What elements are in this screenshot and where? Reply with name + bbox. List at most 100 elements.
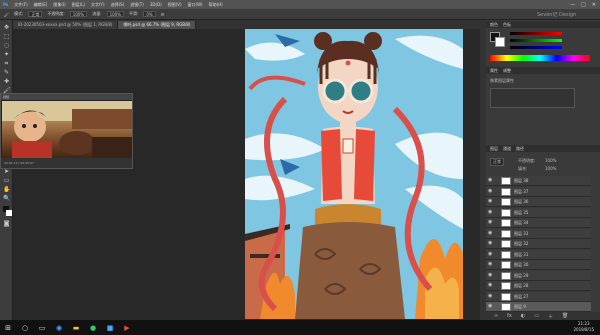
settings-gear-icon[interactable]: ⚙: [161, 12, 165, 17]
layer-row[interactable]: ◉ 图层 30: [486, 260, 591, 270]
task-view-icon[interactable]: ▭: [38, 324, 46, 332]
move-tool-icon[interactable]: ✥: [3, 24, 10, 31]
layer-row[interactable]: ◉ 图层 33: [486, 228, 591, 239]
visibility-eye-icon[interactable]: ◉: [488, 304, 493, 309]
ps-logo-icon[interactable]: Ps: [3, 2, 8, 7]
media-player-icon[interactable]: ▶: [123, 324, 131, 332]
tab-document-1[interactable]: ID-20230503-xxxxx.psd @ 50% (图层 1, RGB/8…: [13, 21, 119, 29]
tab-layers[interactable]: 图层: [490, 146, 498, 152]
menu-window[interactable]: 窗口(W): [188, 2, 203, 8]
healing-brush-icon[interactable]: ✚: [3, 78, 10, 85]
opacity-label: 不透明度:: [47, 11, 65, 16]
menu-edit[interactable]: 编辑(E): [34, 2, 48, 8]
visibility-eye-icon[interactable]: ◉: [488, 220, 493, 225]
magic-wand-icon[interactable]: ✦: [3, 51, 10, 58]
visibility-eye-icon[interactable]: ◉: [488, 178, 493, 183]
visibility-eye-icon[interactable]: ◉: [488, 251, 493, 257]
mode-select[interactable]: 正常: [28, 11, 43, 17]
layer-row[interactable]: ◉ 图层 27: [486, 291, 591, 302]
maximize-icon[interactable]: □: [581, 2, 586, 8]
visibility-eye-icon[interactable]: ◉: [488, 241, 493, 246]
menu-type[interactable]: 文字(Y): [91, 2, 105, 8]
background-swatch[interactable]: [495, 37, 505, 47]
tab-color[interactable]: 颜色: [490, 22, 498, 28]
tab-properties[interactable]: 属性: [490, 68, 498, 74]
folder-icon[interactable]: ▭: [534, 313, 539, 319]
lasso-tool-icon[interactable]: ◌: [3, 42, 10, 49]
tab-document-2[interactable]: 哪吒.psd @ 66.7% (图层 9, RGB/8): [118, 21, 197, 29]
color-spectrum[interactable]: [490, 55, 590, 61]
visibility-eye-icon[interactable]: ◉: [488, 293, 493, 299]
eyedropper-icon[interactable]: ✎: [3, 69, 10, 76]
menu-filter[interactable]: 滤镜(T): [130, 2, 144, 8]
background-color-swatch[interactable]: [6, 210, 12, 216]
minimize-icon[interactable]: —: [570, 2, 575, 8]
transform-fields[interactable]: [490, 88, 575, 108]
wechat-icon[interactable]: ●: [89, 324, 97, 332]
menu-file[interactable]: 文件(F): [14, 2, 27, 8]
layer-thumbnail: [501, 282, 511, 290]
visibility-eye-icon[interactable]: ◉: [488, 283, 493, 288]
menu-image[interactable]: 图像(I): [53, 2, 65, 8]
menu-layer[interactable]: 图层(L): [72, 2, 85, 8]
menu-select[interactable]: 选择(S): [111, 2, 125, 8]
layer-row[interactable]: ◉ 图层 34: [486, 218, 591, 228]
hand-tool-icon[interactable]: ✋: [3, 186, 10, 193]
color-slider-g[interactable]: [510, 39, 562, 42]
layer-row[interactable]: ◉ 图层 29: [486, 270, 591, 281]
blend-mode-select[interactable]: 正常: [490, 158, 504, 166]
artwork-canvas[interactable]: [245, 29, 463, 319]
color-slider-r[interactable]: [510, 32, 562, 35]
photoshop-taskbar-icon[interactable]: ■: [106, 324, 114, 332]
visibility-eye-icon[interactable]: ◉: [488, 188, 493, 194]
layer-row[interactable]: ◉ 图层 37: [486, 186, 591, 197]
visibility-eye-icon[interactable]: ◉: [488, 199, 493, 204]
video-controls[interactable]: 00:01:23 / 00:05:47: [1, 158, 132, 168]
system-clock[interactable]: 21:23 2019/8/15: [573, 321, 594, 333]
visibility-eye-icon[interactable]: ◉: [488, 262, 493, 267]
menu-help[interactable]: 帮助(H): [209, 2, 223, 8]
visibility-eye-icon[interactable]: ◉: [488, 230, 493, 236]
layer-row[interactable]: ◉ 图层 32: [486, 239, 591, 249]
tab-channels[interactable]: 通道: [503, 146, 511, 152]
path-select-icon[interactable]: ➤: [3, 168, 10, 175]
layer-opacity-label: 不透明度:: [518, 158, 536, 163]
layer-row[interactable]: ◉ 图层 31: [486, 249, 591, 260]
marquee-tool-icon[interactable]: ⬚: [3, 33, 10, 40]
trash-icon[interactable]: 🗑: [562, 313, 568, 319]
layer-row[interactable]: ◉ 图层 36: [486, 197, 591, 207]
windows-start-icon[interactable]: ⊞: [4, 324, 12, 332]
layer-row[interactable]: ◉ 图层 35: [486, 207, 591, 218]
layer-fill-field[interactable]: 100%: [545, 166, 556, 171]
visibility-eye-icon[interactable]: ◉: [488, 272, 493, 278]
browser-icon[interactable]: ◉: [55, 324, 63, 332]
close-icon[interactable]: ✕: [592, 2, 596, 8]
tab-swatches[interactable]: 色板: [503, 22, 511, 28]
mask-icon[interactable]: ◐: [521, 313, 525, 319]
quick-mask-icon[interactable]: ◙: [3, 220, 10, 227]
new-layer-icon[interactable]: ＋: [548, 313, 553, 320]
menu-3d[interactable]: 3D(D): [150, 2, 162, 7]
layer-row[interactable]: ◉ 图层 38: [486, 176, 591, 186]
shape-tool-icon[interactable]: ▭: [3, 177, 10, 184]
menu-view[interactable]: 视图(V): [168, 2, 182, 8]
smooth-field[interactable]: 0%: [143, 11, 156, 17]
link-layers-icon[interactable]: ∞: [494, 313, 498, 319]
visibility-eye-icon[interactable]: ◉: [488, 209, 493, 215]
tab-paths[interactable]: 路径: [516, 146, 524, 152]
zoom-tool-icon[interactable]: 🔍: [3, 195, 10, 202]
layer-name: 图层 32: [514, 241, 529, 246]
layer-opacity-field[interactable]: 100%: [545, 158, 556, 163]
video-overlay[interactable]: 视频 00:01:23 / 00:05:47: [0, 93, 133, 169]
flow-field[interactable]: 100%: [106, 11, 125, 17]
layer-row[interactable]: ◉ 图层 9: [486, 302, 591, 312]
crop-tool-icon[interactable]: ⌗: [3, 60, 10, 67]
tab-adjustments[interactable]: 调整: [503, 68, 511, 74]
opacity-field[interactable]: 100%: [69, 11, 88, 17]
color-slider-b[interactable]: [510, 46, 562, 49]
folder-explorer-icon[interactable]: ▬: [72, 324, 80, 332]
search-icon[interactable]: ○: [21, 324, 29, 332]
layer-row[interactable]: ◉ 图层 28: [486, 281, 591, 291]
fx-icon[interactable]: fx: [507, 313, 512, 319]
brush-tool-icon[interactable]: 🖌: [4, 12, 9, 17]
